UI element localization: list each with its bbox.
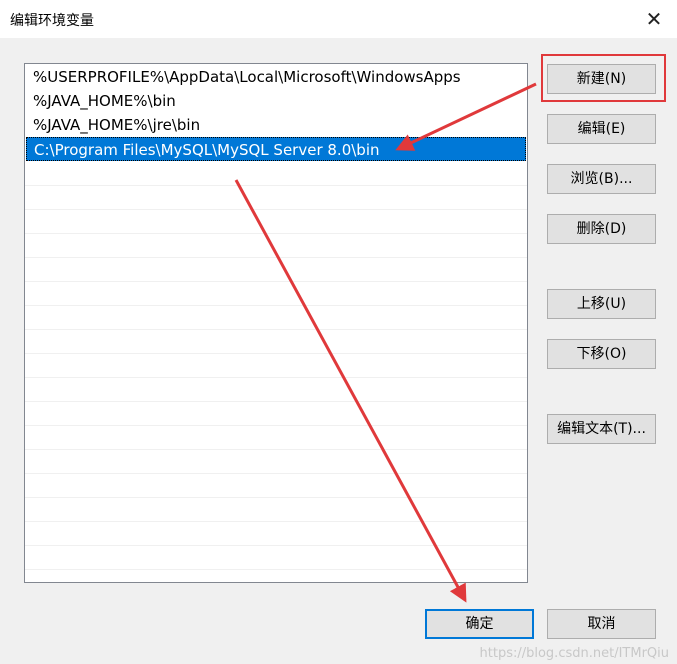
watermark: https://blog.csdn.net/ITMrQiu [479,646,669,661]
divider [25,473,527,474]
close-icon[interactable]: ✕ [631,0,677,38]
window-title: 编辑环境变量 [10,13,94,29]
list-item[interactable]: %JAVA_HOME%\jre\bin [26,113,526,137]
divider [25,521,527,522]
path-list[interactable]: %USERPROFILE%\AppData\Local\Microsoft\Wi… [24,63,528,583]
list-item-selected[interactable]: C:\Program Files\MySQL\MySQL Server 8.0\… [26,137,526,161]
move-up-button[interactable]: 上移(U) [547,289,656,319]
title-bar: 编辑环境变量 ✕ [0,0,677,38]
divider [25,545,527,546]
browse-button[interactable]: 浏览(B)... [547,164,656,194]
divider [25,233,527,234]
divider [25,377,527,378]
highlight-box [541,54,666,102]
move-down-button[interactable]: 下移(O) [547,339,656,369]
divider [25,185,527,186]
divider [25,257,527,258]
divider [25,353,527,354]
divider [25,329,527,330]
list-item[interactable]: %USERPROFILE%\AppData\Local\Microsoft\Wi… [26,65,526,89]
cancel-button[interactable]: 取消 [547,609,656,639]
divider [25,569,527,570]
divider [25,281,527,282]
delete-button[interactable]: 删除(D) [547,214,656,244]
list-item[interactable]: %JAVA_HOME%\bin [26,89,526,113]
edit-text-button[interactable]: 编辑文本(T)... [547,414,656,444]
divider [25,401,527,402]
edit-button[interactable]: 编辑(E) [547,114,656,144]
divider [25,425,527,426]
divider [25,305,527,306]
divider [25,497,527,498]
ok-button[interactable]: 确定 [425,609,534,639]
divider [25,209,527,210]
divider [25,449,527,450]
